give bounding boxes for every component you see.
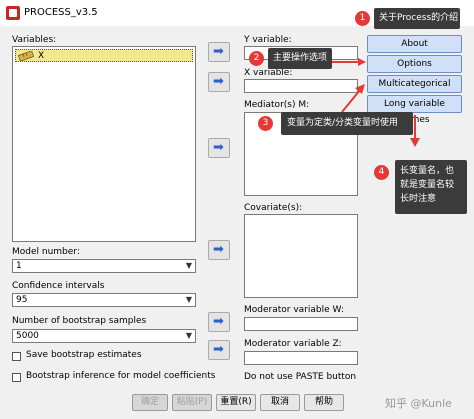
annotation-callout-1: 关于Process的介绍 xyxy=(374,8,460,29)
arrow-head-3 xyxy=(355,84,365,94)
annotation-callout-4: 长变量名，也就是变量名较长时注意 xyxy=(395,160,467,214)
annotation-badge-1: 1 xyxy=(355,11,370,26)
annotation-badge-4: 4 xyxy=(374,165,389,180)
annotation-badge-2: 2 xyxy=(249,51,264,66)
annotation-badge-3: 3 xyxy=(258,116,273,131)
arrow-head-4 xyxy=(410,138,420,147)
watermark: 知乎 @Kunle xyxy=(385,397,452,410)
annotation-callout-2: 主要操作选项 xyxy=(268,48,332,69)
arrow-line-3 xyxy=(341,89,361,113)
annotation-callout-3: 变量为定类/分类变量时使用 xyxy=(281,112,413,135)
arrow-head-2 xyxy=(358,58,366,66)
